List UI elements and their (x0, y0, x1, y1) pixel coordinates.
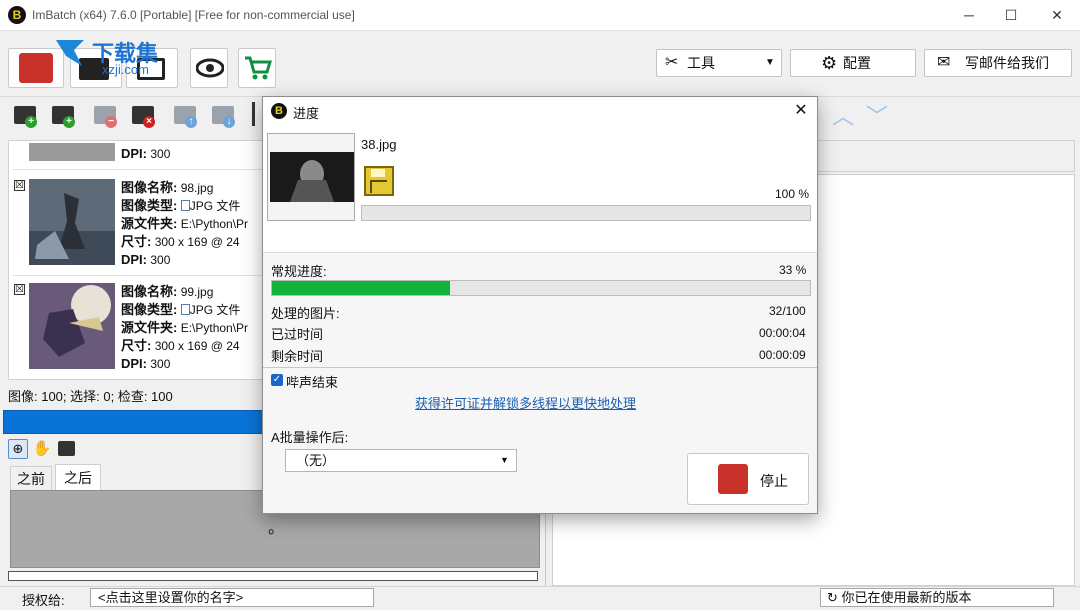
wrench-icon: ✂ (665, 54, 679, 71)
stop-button[interactable]: 停止 (687, 453, 809, 505)
tab-before[interactable]: 之前 (10, 466, 52, 490)
thumbnail-image (29, 179, 115, 265)
file-percent: 100 % (775, 187, 810, 201)
gear-icon: ⚙ (821, 53, 838, 73)
file-progress-bar (361, 205, 811, 221)
progress-dialog: B 进度 ✕ 38.jpg 100 % 常规进度: 33 % 处理的图片: 32… (262, 96, 818, 514)
current-file-name: 38.jpg (361, 137, 397, 152)
version-status[interactable]: ↻ 你已在使用最新的版本 (820, 588, 1054, 607)
divider (13, 275, 263, 276)
image-count-status: 图像: 100; 选择: 0; 检查: 100 (8, 389, 173, 404)
item-info: 图像名称: 99.jpg 图像类型: JPG 文件 源文件夹: E:\Pytho… (121, 284, 249, 371)
email-us-button[interactable]: ✉ 写邮件给我们 (924, 49, 1072, 77)
config-button[interactable]: ⚙ 配置 (790, 49, 916, 77)
move-down-image-button[interactable]: ↓ (208, 101, 238, 131)
item-checkbox[interactable]: ☒ (14, 180, 25, 191)
preview-scrollbar[interactable] (8, 571, 538, 581)
beep-checkbox[interactable]: ✓ (271, 374, 283, 386)
chevron-up-icon[interactable]: ︿ (830, 104, 856, 130)
divider (13, 169, 263, 170)
image-list[interactable]: DPI: 300 ☒ 图像名称: 98.jpg 图像类型: JPG 文件 源文件… (8, 140, 270, 380)
processed-value: 32/100 (769, 304, 806, 318)
watermark-arrow-icon (56, 40, 84, 66)
remove-image-button[interactable]: − (90, 101, 120, 131)
save-disk-icon (364, 166, 394, 196)
list-item[interactable]: ☒ 图像名称: 99.jpg 图像类型: JPG 文件 源文件夹: E:\Pyt… (9, 279, 269, 379)
divider (263, 367, 817, 368)
item-checkbox[interactable]: ☒ (14, 284, 25, 295)
dialog-title-bar: B 进度 ✕ (263, 97, 817, 125)
minus-icon: − (105, 116, 117, 128)
maximize-button[interactable]: ☐ (988, 0, 1034, 31)
remaining-label: 剩余时间 (271, 349, 324, 364)
x-icon: × (143, 116, 155, 128)
list-item[interactable]: ☒ 图像名称: 98.jpg 图像类型: JPG 文件 源文件夹: E:\Pyt… (9, 175, 269, 275)
remaining-value: 00:00:09 (759, 348, 806, 362)
add-images-button[interactable]: + (10, 101, 40, 131)
arrow-down-icon: ↓ (223, 116, 235, 128)
tab-after[interactable]: 之后 (55, 464, 101, 491)
eye-icon (196, 58, 224, 78)
minimize-button[interactable]: ─ (946, 0, 992, 31)
after-batch-label: A批量操作后: (271, 430, 349, 445)
item-info: 图像名称: 98.jpg 图像类型: JPG 文件 源文件夹: E:\Pytho… (121, 180, 249, 267)
general-progress-fill (272, 281, 450, 295)
dialog-title: 进度 (293, 106, 320, 121)
general-progress-bar (271, 280, 811, 296)
tools-label: 工具 (687, 55, 715, 71)
general-percent: 33 % (779, 263, 807, 277)
list-icon[interactable] (252, 102, 262, 126)
preview-dot: 。 (268, 520, 285, 537)
title-bar: B ImBatch (x64) 7.6.0 [Portable] [Free f… (0, 0, 1080, 31)
arrow-up-icon: ↑ (185, 116, 197, 128)
general-progress-label: 常规进度: (271, 264, 327, 279)
file-icon (180, 200, 190, 211)
cart-icon (245, 56, 272, 80)
after-batch-select[interactable]: （无） ▼ (285, 449, 517, 472)
dialog-close-icon[interactable]: ✕ (789, 99, 813, 123)
window-title: ImBatch (x64) 7.6.0 [Portable] [Free for… (32, 8, 355, 22)
plus-icon: + (25, 116, 37, 128)
chevron-down-icon[interactable]: ﹀ (864, 104, 890, 130)
clear-images-button[interactable]: × (128, 101, 158, 131)
fit-icon[interactable] (58, 441, 75, 456)
watermark: 下载集 xzji.com (52, 36, 182, 80)
tools-menu-button[interactable]: ✂ 工具 ▼ (656, 49, 782, 77)
stop-icon (718, 464, 748, 494)
watermark-url: xzji.com (102, 62, 149, 77)
license-label: 授权给: (22, 593, 65, 608)
unlock-multithread-link[interactable]: 获得许可证并解锁多线程以更快地处理 (415, 393, 636, 412)
config-label: 配置 (843, 55, 871, 71)
thumbnail-image (29, 283, 115, 369)
license-name-field[interactable]: <点击这里设置你的名字> (90, 588, 374, 607)
move-up-image-button[interactable]: ↑ (170, 101, 200, 131)
processed-label: 处理的图片: (271, 306, 340, 321)
run-batch-icon (19, 53, 53, 83)
elapsed-label: 已过时间 (271, 327, 324, 342)
zoom-icon[interactable]: ⊕ (8, 439, 28, 459)
task-header (815, 140, 1075, 172)
current-file-thumbnail (267, 133, 355, 221)
preview-button[interactable] (190, 48, 228, 88)
elapsed-value: 00:00:04 (759, 326, 806, 340)
chevron-down-icon: ▼ (500, 455, 509, 465)
plus-icon: + (63, 116, 75, 128)
refresh-icon: ↻ (827, 590, 838, 605)
add-folder-button[interactable]: + (48, 101, 78, 131)
beep-label: 哔声结束 (286, 375, 339, 390)
hand-icon[interactable]: ✋ (32, 439, 52, 459)
envelope-icon: ✉ (937, 54, 951, 71)
left-progress-bar (3, 410, 265, 434)
app-logo-icon: B (271, 103, 287, 119)
chevron-down-icon: ▼ (765, 57, 775, 68)
thumbnail-partial (29, 143, 115, 161)
dpi-row: DPI: 300 (121, 146, 171, 161)
stop-label: 停止 (760, 473, 788, 489)
file-progress-fill (362, 206, 810, 220)
file-icon (180, 304, 190, 315)
email-label: 写邮件给我们 (965, 55, 1049, 71)
buy-button[interactable] (238, 48, 276, 88)
app-logo-icon: B (8, 6, 26, 24)
close-window-button[interactable]: ✕ (1034, 0, 1080, 31)
